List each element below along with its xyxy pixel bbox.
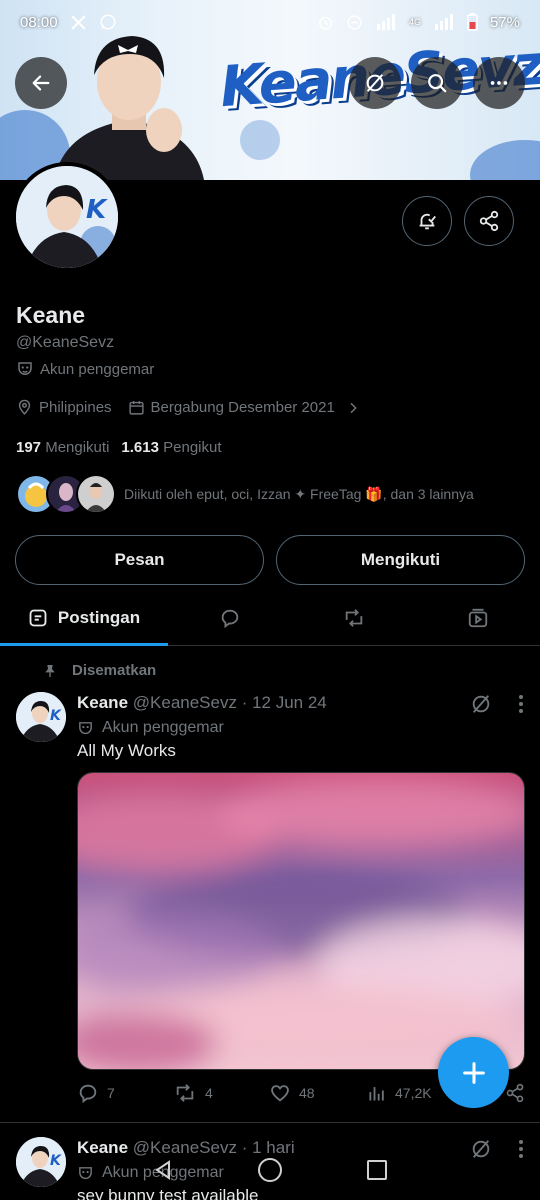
share-action[interactable] [505,1083,525,1103]
post-header-icons [470,693,524,715]
banner-person-image [54,36,204,180]
network-type: 4G [408,17,421,27]
post-more-icon[interactable] [518,694,524,714]
notification-subscribe-button[interactable] [402,196,452,246]
grok-icon[interactable] [470,693,492,715]
reply-action[interactable]: 7 [77,1082,173,1104]
sky-image [78,773,524,1069]
share-profile-button[interactable] [464,196,514,246]
followers-count: 1.613 [121,439,159,456]
post-header: Keane @KeaneSevz · 12 Jun 24 [77,693,327,713]
post-account-label-row: Akun penggemar [77,719,224,737]
analytics-icon [369,1087,384,1101]
pin-icon [45,664,55,677]
bell-check-icon [419,213,436,230]
followers-stat[interactable]: 1.613 Pengikut [121,439,221,456]
battery-icon [467,13,478,31]
signal-icon [376,14,395,30]
nav-home-icon[interactable] [257,1157,283,1183]
tab-posts[interactable]: Postingan [0,590,168,646]
post-text: All My Works [77,741,176,760]
arrow-left-icon [32,75,50,91]
svg-text:K: K [86,195,108,225]
status-bar: 08:00 4G 57% [0,0,540,44]
post-author-name[interactable]: Keane [77,693,128,712]
follow-stats: 197 Mengikuti 1.613 Pengikut [16,439,222,456]
tab-media[interactable] [416,590,540,645]
grok-icon [366,74,384,92]
mask-icon [79,721,92,734]
location-icon [18,399,31,415]
battery-percent: 57% [489,13,520,31]
status-time: 08:00 [20,13,58,31]
like-action[interactable]: 48 [269,1082,367,1104]
heart-icon [271,1085,289,1102]
alarm-icon [319,16,332,30]
back-button[interactable] [15,57,67,109]
reply-icon [79,1084,97,1104]
following-count: 197 [16,439,42,456]
more-icon [490,81,508,85]
nav-back-icon[interactable] [151,1158,175,1182]
repost-count: 4 [205,1085,213,1101]
profile-name: Keane [16,302,86,328]
followers-label: Pengikut [163,439,222,456]
followed-by-avatars[interactable] [16,474,116,514]
pinned-label: Disematkan [72,662,157,679]
profile-handle: @KeaneSevz [16,334,115,351]
nav-recents-icon[interactable] [365,1158,389,1182]
followed-by-text[interactable]: Diikuti oleh eput, oci, Izzan ✦ FreeTag … [124,486,474,503]
following-button[interactable]: Mengikuti [276,535,525,585]
pinned-indicator: Disematkan [42,662,156,679]
tab-reposts[interactable] [292,590,416,645]
media-icon [468,608,488,627]
dnd-icon [347,14,362,30]
profile-tabs: Postingan [0,590,540,646]
reply-count: 7 [107,1085,115,1101]
account-label: Akun penggemar [40,360,155,378]
avatar-image: K [16,166,118,268]
x-logo-icon [70,14,86,30]
more-button[interactable] [473,57,525,109]
profile-avatar[interactable]: K [12,162,122,272]
search-button[interactable] [411,57,463,109]
android-nav-bar [0,1140,540,1200]
chevron-right-icon[interactable] [345,400,361,416]
post-account-label: Akun penggemar [102,719,224,736]
whatsapp-icon [100,14,116,30]
repost-icon [345,608,363,627]
signal-icon-2 [434,14,453,30]
plus-icon [462,1061,485,1084]
profile-joined: Bergabung Desember 2021 [150,399,335,416]
like-count: 48 [299,1085,315,1101]
post-divider [0,1122,540,1123]
tab-replies[interactable] [168,590,292,645]
calendar-icon [128,401,144,415]
following-label: Mengikuti [45,439,110,456]
message-button[interactable]: Pesan [15,535,264,585]
follower-avatar [76,474,116,514]
compose-button[interactable] [438,1037,509,1108]
reply-icon [221,609,239,628]
profile-location: Philippines [39,399,112,416]
grok-button[interactable] [349,57,401,109]
view-count: 47,2K [395,1085,432,1101]
search-icon [428,74,447,93]
share-icon [479,210,499,232]
profile-meta-row: Philippines Bergabung Desember 2021 [16,399,361,416]
post-media-image[interactable] [77,772,525,1070]
following-stat[interactable]: 197 Mengikuti [16,439,109,456]
svg-text:K: K [50,708,62,724]
post-avatar[interactable]: K [16,692,66,742]
share-icon [506,1083,524,1103]
mask-icon [18,362,32,375]
repost-action[interactable]: 4 [173,1082,269,1104]
account-label-row: Akun penggemar [16,360,154,378]
tab-posts-label: Postingan [57,607,141,627]
repost-icon [176,1084,194,1102]
post-handle-time: @KeaneSevz · 12 Jun 24 [132,693,327,712]
posts-icon [29,609,47,626]
